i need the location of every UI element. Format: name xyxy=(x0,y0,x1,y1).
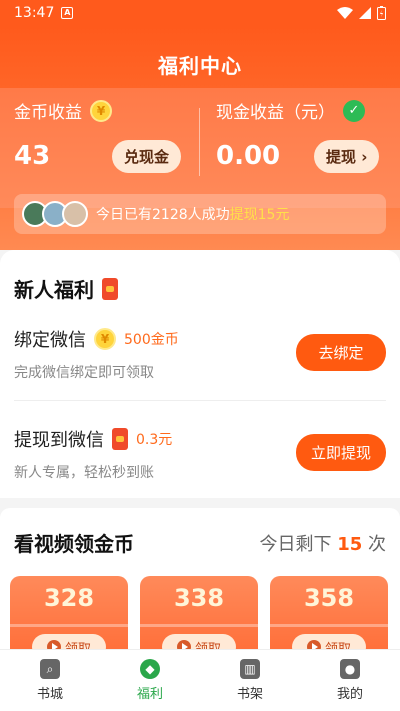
coin-earnings-label: 金币收益 xyxy=(14,103,82,123)
notice-text: 今日已有2128人成功 xyxy=(96,207,230,223)
bookshelf-icon: ▥ xyxy=(240,659,260,679)
tab-bookstore[interactable]: ⌕ 书城 xyxy=(0,650,100,711)
sim-icon: A xyxy=(61,7,74,19)
status-time: 13:47 xyxy=(14,5,55,21)
newbie-title: 新人福利 xyxy=(14,278,94,302)
bind-wechat-button[interactable]: 去绑定 xyxy=(296,334,386,371)
bottom-tab-bar: ⌕ 书城 ◆ 福利 ▥ 书架 ● 我的 xyxy=(0,649,400,711)
wifi-icon xyxy=(337,7,353,19)
redeem-cash-button[interactable]: 兑现金 xyxy=(112,140,182,173)
divider xyxy=(14,400,386,401)
remaining-number: 15 xyxy=(337,534,363,555)
status-bar: 13:47 A xyxy=(0,0,400,26)
coin-icon: ¥ xyxy=(94,328,116,350)
header: 福利中心 金币收益 ¥ 43 兑现金 现金收益（元） ✓ 0.00 提现 › 今… xyxy=(0,26,400,250)
tab-profile[interactable]: ● 我的 xyxy=(300,650,400,711)
avatar xyxy=(62,201,88,227)
signal-icon xyxy=(359,7,371,19)
cash-earnings-label: 现金收益（元） xyxy=(216,103,335,123)
notice-highlight: 提现15元 xyxy=(229,207,290,223)
reward-amount: 328 xyxy=(43,584,95,612)
withdraw-button[interactable]: 提现 › xyxy=(314,140,380,173)
remaining-count: 今日剩下 15 次 xyxy=(259,534,386,555)
withdraw-notice: 今日已有2128人成功 提现15元 xyxy=(14,194,386,234)
task-bind-wechat: 绑定微信 ¥ 500金币 完成微信绑定即可领取 去绑定 xyxy=(14,326,386,382)
gift-icon: ◆ xyxy=(140,659,160,679)
task-name: 提现到微信 xyxy=(14,430,104,451)
video-title: 看视频领金币 xyxy=(14,532,134,556)
newbie-welfare-card: 新人福利 绑定微信 ¥ 500金币 完成微信绑定即可领取 去绑定 提现到微信 0… xyxy=(0,250,400,498)
reward-amount: 338 xyxy=(173,584,225,612)
red-packet-icon xyxy=(102,277,118,300)
reward-amount: 358 xyxy=(303,584,355,612)
user-icon: ● xyxy=(340,659,360,679)
page-title: 福利中心 xyxy=(158,54,242,78)
coin-icon: ¥ xyxy=(90,99,112,122)
watch-video-card: 看视频领金币 今日剩下 15 次 328 领取 338 领取 358 领取 xyxy=(0,508,400,666)
tab-welfare[interactable]: ◆ 福利 xyxy=(100,650,200,711)
task-reward: 500金币 xyxy=(124,332,179,348)
search-icon: ⌕ xyxy=(40,659,60,679)
task-withdraw-wechat: 提现到微信 0.3元 新人专属，轻松秒到账 立即提现 xyxy=(14,426,386,482)
earnings-panel: 金币收益 ¥ 43 兑现金 现金收益（元） ✓ 0.00 提现 › xyxy=(0,88,400,208)
task-reward: 0.3元 xyxy=(136,432,173,448)
status-icons xyxy=(337,6,386,20)
red-packet-icon xyxy=(112,428,128,450)
tab-bookshelf[interactable]: ▥ 书架 xyxy=(200,650,300,711)
coin-earnings: 金币收益 ¥ 43 xyxy=(14,98,112,171)
coin-earnings-value: 43 xyxy=(14,141,51,171)
battery-icon xyxy=(377,6,386,20)
divider xyxy=(199,108,200,176)
avatar-group xyxy=(22,201,88,227)
withdraw-now-button[interactable]: 立即提现 xyxy=(296,434,386,471)
task-name: 绑定微信 xyxy=(14,330,86,351)
check-icon: ✓ xyxy=(343,99,365,122)
